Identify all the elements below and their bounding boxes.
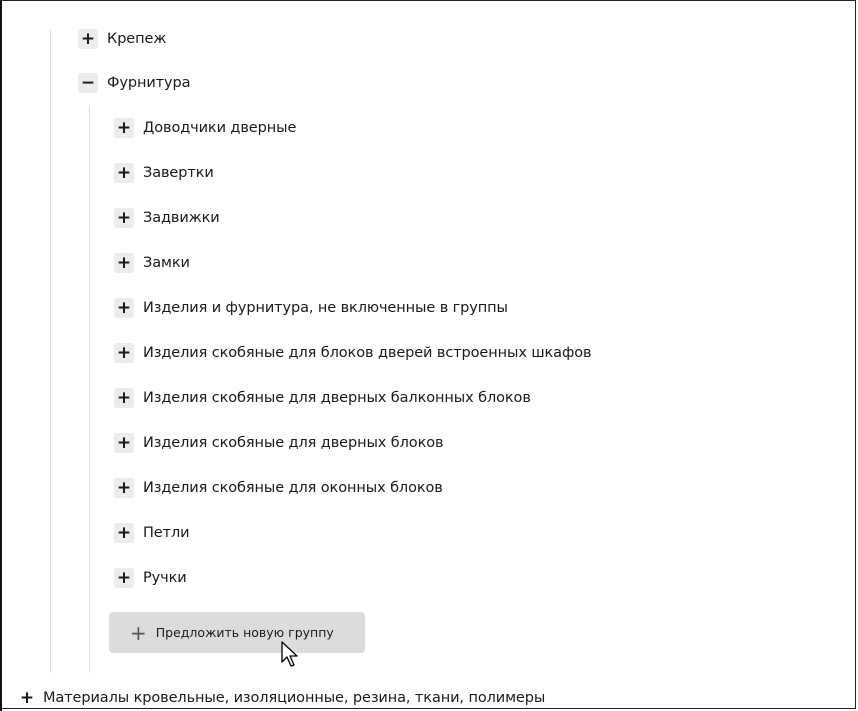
tree-child-item[interactable]: + Замки xyxy=(114,252,190,274)
tree-node-furnitura[interactable]: − Фурнитура xyxy=(78,72,190,94)
tree-child-label: Изделия скобяные для блоков дверей встро… xyxy=(143,345,592,361)
tree-node-label: Фурнитура xyxy=(107,75,191,91)
tree-child-item[interactable]: + Изделия скобяные для дверных балконных… xyxy=(114,387,531,409)
tree-child-label: Ручки xyxy=(143,570,187,586)
mouse-pointer-icon xyxy=(281,641,298,667)
expand-plus-icon[interactable]: + xyxy=(114,433,134,453)
tree-child-label: Задвижки xyxy=(143,210,220,226)
panel-left-edge xyxy=(0,0,2,711)
tree-child-label: Замки xyxy=(143,255,190,271)
expand-plus-icon[interactable]: + xyxy=(114,208,134,228)
suggest-new-group-button[interactable]: + Предложить новую группу xyxy=(109,612,365,653)
tree-child-label: Доводчики дверные xyxy=(143,120,297,136)
tree-child-item[interactable]: + Изделия и фурнитура, не включенные в г… xyxy=(114,297,508,319)
expand-plus-icon[interactable]: + xyxy=(114,343,134,363)
tree-child-item[interactable]: + Задвижки xyxy=(114,207,220,229)
tree-child-item[interactable]: + Изделия скобяные для дверных блоков xyxy=(114,432,444,454)
tree-child-item[interactable]: + Доводчики дверные xyxy=(114,117,296,139)
plus-icon: + xyxy=(130,620,147,645)
tree-child-item[interactable]: + Изделия скобяные для оконных блоков xyxy=(114,477,443,499)
expand-plus-icon[interactable]: + xyxy=(114,388,134,408)
expand-plus-icon[interactable]: + xyxy=(114,568,134,588)
expand-plus-icon[interactable]: + xyxy=(114,118,134,138)
tree-child-item[interactable]: + Изделия скобяные для блоков дверей вст… xyxy=(114,342,592,364)
suggest-new-group-label: Предложить новую группу xyxy=(155,625,334,640)
tree-child-item[interactable]: + Завертки xyxy=(114,162,214,184)
tree-child-label: Изделия скобяные для оконных блоков xyxy=(143,480,443,496)
collapse-minus-icon[interactable]: − xyxy=(78,73,98,93)
tree-child-item[interactable]: + Ручки xyxy=(114,567,187,589)
expand-plus-icon[interactable]: + xyxy=(114,523,134,543)
tree-guide-line xyxy=(89,105,90,673)
tree-node-label: Материалы кровельные, изоляционные, рези… xyxy=(43,690,546,706)
expand-plus-icon[interactable]: + xyxy=(17,688,37,708)
tree-child-item[interactable]: + Петли xyxy=(114,522,190,544)
expand-plus-icon[interactable]: + xyxy=(78,29,98,49)
tree-child-label: Изделия скобяные для дверных балконных б… xyxy=(143,390,531,406)
tree-guide-line xyxy=(50,30,51,673)
tree-child-label: Изделия скобяные для дверных блоков xyxy=(143,435,444,451)
tree-child-label: Изделия и фурнитура, не включенные в гру… xyxy=(143,300,508,316)
tree-child-label: Петли xyxy=(143,525,190,541)
tree-node-krepezh[interactable]: + Крепеж xyxy=(78,28,166,50)
expand-plus-icon[interactable]: + xyxy=(114,298,134,318)
expand-plus-icon[interactable]: + xyxy=(114,163,134,183)
expand-plus-icon[interactable]: + xyxy=(114,253,134,273)
tree-node-label: Крепеж xyxy=(107,31,167,47)
tree-node-materials[interactable]: + Материалы кровельные, изоляционные, ре… xyxy=(17,687,545,709)
expand-plus-icon[interactable]: + xyxy=(114,478,134,498)
tree-child-label: Завертки xyxy=(143,165,214,181)
